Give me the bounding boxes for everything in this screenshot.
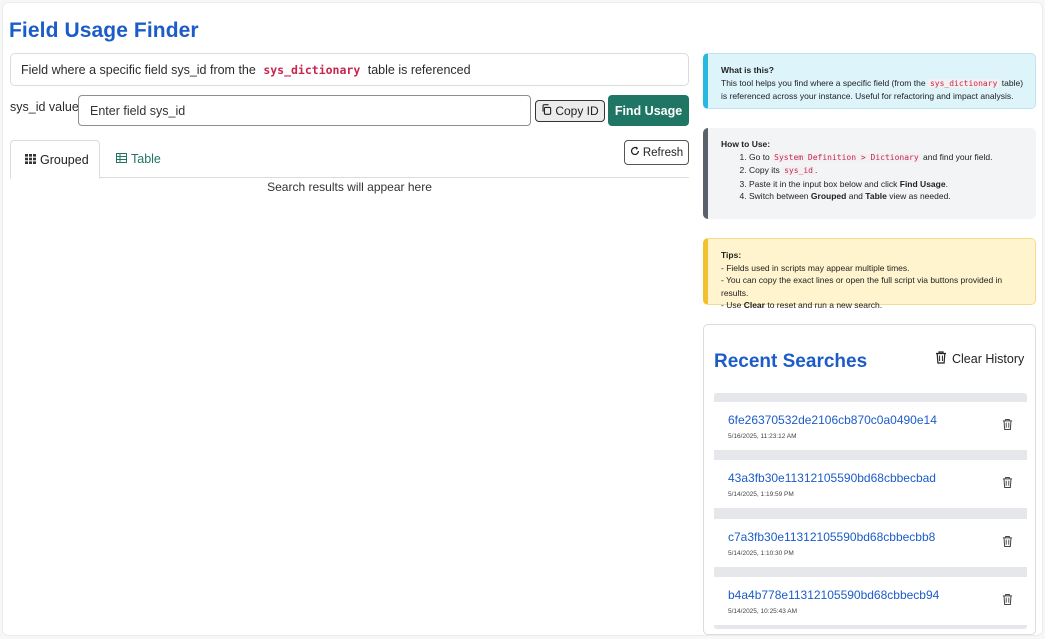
recent-sys-id-link[interactable]: 6fe26370532de2106cb870c0a0490e14 [728, 413, 937, 427]
recent-searches-title: Recent Searches [714, 351, 868, 372]
how-step: Switch between Grouped and Table view as… [749, 190, 1026, 203]
step-bold: Grouped [810, 191, 847, 201]
copy-id-label: Copy ID [555, 104, 599, 118]
view-tabs: Grouped Table [10, 140, 689, 179]
sys-id-label: sys_id value [10, 100, 79, 114]
list-item: 6fe26370532de2106cb870c0a0490e14 5/16/20… [714, 402, 1027, 450]
description-suffix: table is referenced [367, 63, 471, 77]
recent-searches-list: 6fe26370532de2106cb870c0a0490e14 5/16/20… [714, 393, 1027, 629]
list-item: 43a3fb30e11312105590bd68cbbecbad 5/14/20… [714, 460, 1027, 508]
find-usage-button[interactable]: Find Usage [608, 95, 689, 126]
delete-entry-button[interactable] [1002, 535, 1013, 553]
trash-icon [1002, 535, 1013, 548]
tab-grouped-label: Grouped [40, 152, 89, 167]
tip-line: - Fields used in scripts may appear mult… [721, 262, 910, 273]
how-step: Go to System Definition > Dictionary and… [749, 151, 1026, 165]
grid-icon [25, 153, 36, 167]
how-steps-list: Go to System Definition > Dictionary and… [721, 151, 1026, 203]
step-code: System Definition > Dictionary [772, 152, 921, 162]
delete-entry-button[interactable] [1002, 593, 1013, 611]
how-step: Paste it in the input box below and clic… [749, 178, 1026, 191]
copy-id-button[interactable]: Copy ID [535, 100, 605, 122]
tips-card-title: Tips: [721, 250, 742, 260]
recent-timestamp: 5/14/2025, 1:10:30 PM [728, 550, 794, 557]
how-card-title: How to Use: [721, 139, 771, 149]
tip-line: - You can copy the exact lines or open t… [721, 275, 1003, 298]
delete-entry-button[interactable] [1002, 418, 1013, 436]
step-text: . [945, 178, 948, 189]
tab-grouped[interactable]: Grouped [10, 140, 100, 179]
copy-icon [541, 104, 552, 118]
tab-table-label: Table [131, 152, 161, 166]
tips-card: Tips: - Fields used in scripts may appea… [703, 238, 1036, 310]
description-code: sys_dictionary [263, 63, 361, 77]
step-bold: Find Usage [899, 178, 946, 189]
recent-sys-id-link[interactable]: c7a3fb30e11312105590bd68cbbecbb8 [728, 530, 935, 544]
description-prefix: Field where a specific field sys_id from… [21, 63, 256, 77]
tip-line: - Use Clear to reset and run a new searc… [721, 299, 1025, 312]
info-card-code: sys_dictionary [927, 78, 1000, 88]
results-placeholder: Search results will appear here [267, 180, 432, 194]
step-text: and find your field. [923, 151, 993, 162]
info-card-text1: This tool helps you find where a specifi… [721, 77, 926, 88]
step-text: and [848, 191, 863, 201]
recent-searches-panel: Recent Searches Clear History 6fe2637053… [703, 324, 1036, 635]
refresh-button[interactable]: Refresh [624, 140, 689, 165]
tip-bold: Clear [743, 300, 765, 310]
tip-text: to reset and run a new search. [767, 300, 883, 310]
recent-timestamp: 5/16/2025, 11:23:12 AM [728, 433, 797, 440]
tip-text: - Use [721, 300, 742, 310]
info-card: What is this? This tool helps you find w… [703, 53, 1036, 109]
step-text: Copy its [749, 165, 780, 175]
tab-table[interactable]: Table [102, 140, 175, 178]
how-to-card: How to Use: Go to System Definition > Di… [703, 128, 1036, 219]
step-text: view as needed. [889, 191, 951, 201]
description-box: Field where a specific field sys_id from… [10, 53, 689, 86]
recent-sys-id-link[interactable]: b4a4b778e11312105590bd68cbbecb94 [728, 588, 939, 602]
sys-id-input[interactable] [78, 95, 531, 126]
refresh-icon [630, 146, 640, 159]
step-text: Go to [749, 151, 770, 162]
recent-sys-id-link[interactable]: 43a3fb30e11312105590bd68cbbecbad [728, 471, 936, 485]
step-bold: Table [865, 191, 887, 201]
recent-timestamp: 5/14/2025, 10:25:43 AM [728, 608, 798, 615]
refresh-label: Refresh [642, 146, 684, 159]
trash-icon [935, 351, 947, 367]
delete-entry-button[interactable] [1002, 476, 1013, 494]
step-code: sys_id [782, 166, 815, 175]
list-item: b4a4b778e11312105590bd68cbbecb94 5/14/20… [714, 577, 1027, 625]
step-text: . [815, 165, 818, 175]
table-icon [116, 152, 127, 166]
clear-history-button[interactable]: Clear History [935, 351, 1024, 367]
step-text: Paste it in the input box below and clic… [749, 178, 898, 189]
clear-history-label: Clear History [952, 352, 1025, 366]
list-item: c7a3fb30e11312105590bd68cbbecbb8 5/14/20… [714, 519, 1027, 567]
step-text: Switch between [749, 191, 809, 201]
info-card-title: What is this? [721, 65, 774, 75]
trash-icon [1002, 418, 1013, 431]
page-title: Field Usage Finder [9, 19, 199, 42]
how-step: Copy its sys_id. [749, 164, 1026, 178]
trash-icon [1002, 476, 1013, 489]
recent-timestamp: 5/14/2025, 1:19:59 PM [728, 491, 794, 498]
trash-icon [1002, 593, 1013, 606]
